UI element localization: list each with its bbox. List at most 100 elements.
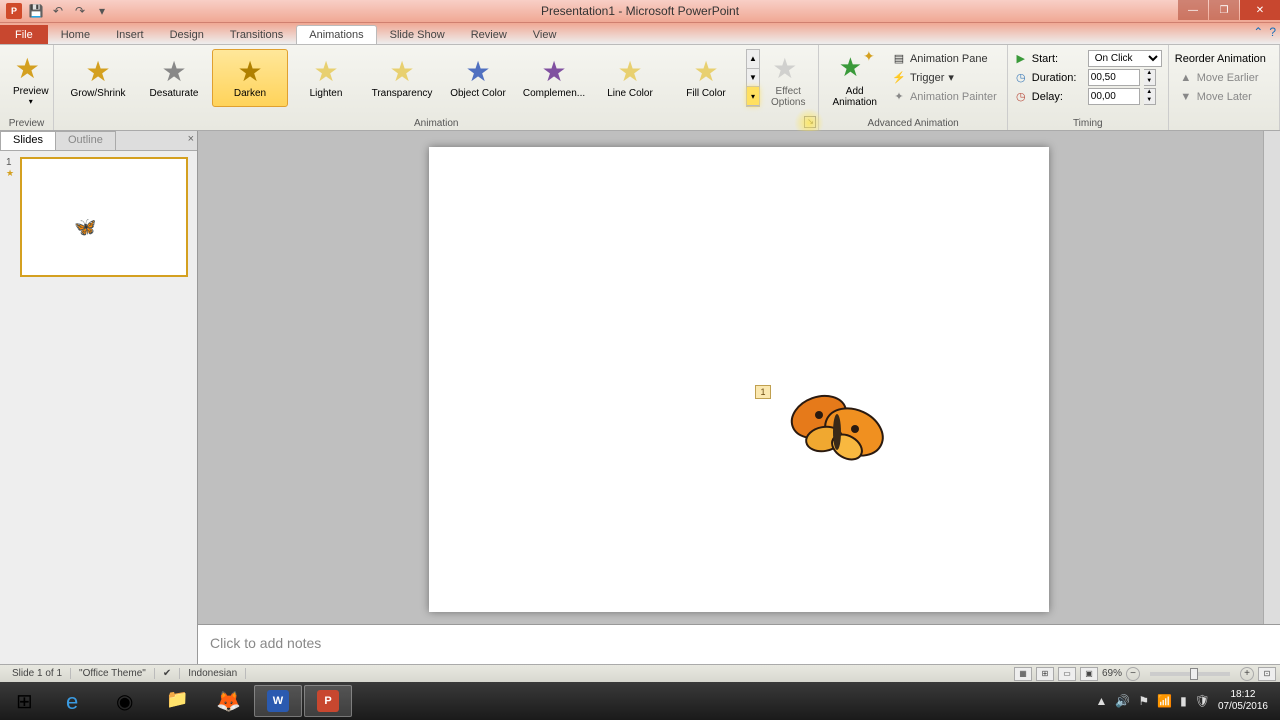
group-label-advanced: Advanced Animation (819, 117, 1006, 130)
start-select[interactable]: On Click (1088, 50, 1162, 67)
tab-transitions[interactable]: Transitions (217, 25, 296, 44)
duration-spinner[interactable]: ▲▼ (1144, 69, 1156, 86)
tray-shield-icon[interactable]: 🛡 (1195, 694, 1210, 708)
workspace: Slides Outline × 1 ★ 🦋 1 (0, 131, 1280, 664)
tab-slideshow[interactable]: Slide Show (377, 25, 458, 44)
status-theme[interactable]: "Office Theme" (71, 668, 155, 679)
anim-item-darken[interactable]: ★Darken (212, 49, 288, 107)
star-icon: ★ (465, 58, 490, 86)
thumbnail-area[interactable]: 1 ★ 🦋 (0, 151, 197, 664)
tray-up-icon[interactable]: ▲ (1096, 694, 1108, 708)
star-icon: ★ (313, 58, 338, 86)
duration-clock-icon: ◷ (1014, 71, 1028, 84)
move-later-button[interactable]: ▼Move Later (1175, 87, 1266, 106)
zoom-out-button[interactable]: − (1126, 667, 1140, 681)
gallery-down-icon[interactable]: ▼ (747, 69, 759, 88)
view-normal-button[interactable]: ▦ (1014, 667, 1032, 681)
view-slideshow-button[interactable]: ▣ (1080, 667, 1098, 681)
help-icon[interactable]: ? (1269, 25, 1276, 39)
anim-item-objectcolor[interactable]: ★Object Color (440, 49, 516, 107)
start-play-icon: ▶ (1014, 52, 1028, 65)
zoom-in-button[interactable]: + (1240, 667, 1254, 681)
canvas-area[interactable]: 1 (198, 131, 1280, 624)
tray-volume-icon[interactable]: 🔊 (1115, 694, 1130, 708)
tab-home[interactable]: Home (48, 25, 103, 44)
undo-icon[interactable]: ↶ (50, 3, 66, 19)
minimize-ribbon-icon[interactable]: ⌃ (1253, 25, 1263, 39)
taskbar-explorer[interactable]: 📁 (154, 685, 202, 717)
painter-icon: ✦ (892, 90, 906, 103)
panel-tab-slides[interactable]: Slides (0, 131, 56, 150)
status-language[interactable]: Indonesian (180, 668, 246, 679)
delay-clock-icon: ◷ (1014, 90, 1028, 103)
anim-item-growshrink[interactable]: ★Grow/Shrink (60, 49, 136, 107)
anim-item-linecolor[interactable]: ★Line Color (592, 49, 668, 107)
tray-flag-icon[interactable]: ⚑ (1138, 694, 1149, 708)
close-button[interactable]: ✕ (1240, 0, 1280, 20)
taskbar-firefox[interactable]: 🦊 (204, 685, 252, 717)
gallery-more-button[interactable]: ▾ (747, 87, 759, 106)
animation-tag[interactable]: 1 (755, 385, 771, 399)
maximize-button[interactable]: ❐ (1209, 0, 1239, 20)
gallery-up-icon[interactable]: ▲ (747, 50, 759, 69)
tab-review[interactable]: Review (458, 25, 520, 44)
delay-spinner[interactable]: ▲▼ (1144, 88, 1156, 105)
thumbnail-slide[interactable]: 🦋 (20, 157, 188, 277)
star-icon: ★ (389, 58, 414, 86)
star-icon: ★ (85, 58, 110, 86)
app-icon[interactable]: P (6, 3, 22, 19)
vertical-scrollbar[interactable] (1263, 131, 1280, 624)
view-reading-button[interactable]: ▭ (1058, 667, 1076, 681)
anim-item-desaturate[interactable]: ★Desaturate (136, 49, 212, 107)
redo-icon[interactable]: ↷ (72, 3, 88, 19)
tab-file[interactable]: File (0, 25, 48, 44)
add-animation-button[interactable]: ★✦ Add Animation (825, 49, 883, 111)
quick-access-toolbar: P 💾 ↶ ↷ ▾ (0, 3, 116, 19)
tab-animations[interactable]: Animations (296, 25, 376, 44)
zoom-value[interactable]: 69% (1102, 668, 1122, 679)
group-preview: ★ Preview ▾ Preview (0, 45, 54, 130)
tab-insert[interactable]: Insert (103, 25, 157, 44)
trigger-button[interactable]: ⚡Trigger ▾ (888, 68, 1001, 87)
qat-dropdown-icon[interactable]: ▾ (94, 3, 110, 19)
taskbar-chrome[interactable]: ◉ (104, 685, 152, 717)
save-icon[interactable]: 💾 (28, 3, 44, 19)
animation-painter-button[interactable]: ✦Animation Painter (888, 87, 1001, 106)
move-earlier-button[interactable]: ▲Move Earlier (1175, 68, 1266, 87)
preview-button[interactable]: ★ Preview ▾ (6, 49, 56, 109)
tab-view[interactable]: View (520, 25, 570, 44)
panel-tab-outline[interactable]: Outline (55, 131, 116, 150)
fit-window-button[interactable]: ⊡ (1258, 667, 1276, 681)
anim-item-complemen[interactable]: ★Complemen... (516, 49, 592, 107)
taskbar-clock[interactable]: 18:12 07/05/2016 (1218, 689, 1268, 713)
tab-design[interactable]: Design (157, 25, 217, 44)
minimize-button[interactable]: — (1178, 0, 1208, 20)
taskbar-powerpoint[interactable]: P (304, 685, 352, 717)
delay-input[interactable] (1088, 88, 1140, 105)
notes-pane[interactable]: Click to add notes (198, 624, 1280, 664)
anim-item-lighten[interactable]: ★Lighten (288, 49, 364, 107)
ribbon: ★ Preview ▾ Preview ★Grow/Shrink★Desatur… (0, 45, 1280, 131)
taskbar-word[interactable]: W (254, 685, 302, 717)
panel-close-icon[interactable]: × (188, 133, 194, 145)
tray-battery-icon[interactable]: ▮ (1180, 694, 1187, 708)
start-button[interactable]: ⊞ (4, 685, 52, 717)
taskbar-ie[interactable]: e (54, 685, 102, 717)
status-bar: Slide 1 of 1 "Office Theme" ✔ Indonesian… (0, 664, 1280, 682)
view-sorter-button[interactable]: ⊞ (1036, 667, 1054, 681)
status-spellcheck-icon[interactable]: ✔ (155, 668, 180, 679)
butterfly-image[interactable] (779, 387, 889, 467)
slide-thumbnail[interactable]: 1 ★ 🦋 (6, 157, 191, 277)
slide-canvas[interactable]: 1 (429, 147, 1049, 612)
anim-item-fillcolor[interactable]: ★Fill Color (668, 49, 744, 107)
animation-launcher[interactable]: ↘ (804, 116, 816, 128)
anim-item-transparency[interactable]: ★Transparency (364, 49, 440, 107)
zoom-slider[interactable] (1150, 672, 1230, 676)
effect-options-button[interactable]: ★ Effect Options (764, 49, 812, 111)
group-animation: ★Grow/Shrink★Desaturate★Darken★Lighten★T… (54, 45, 819, 130)
animation-pane-button[interactable]: ▤Animation Pane (888, 49, 1001, 68)
status-slide[interactable]: Slide 1 of 1 (4, 668, 71, 679)
duration-input[interactable] (1088, 69, 1140, 86)
tray-network-icon[interactable]: 📶 (1157, 694, 1172, 708)
delay-label: Delay: (1032, 91, 1084, 103)
